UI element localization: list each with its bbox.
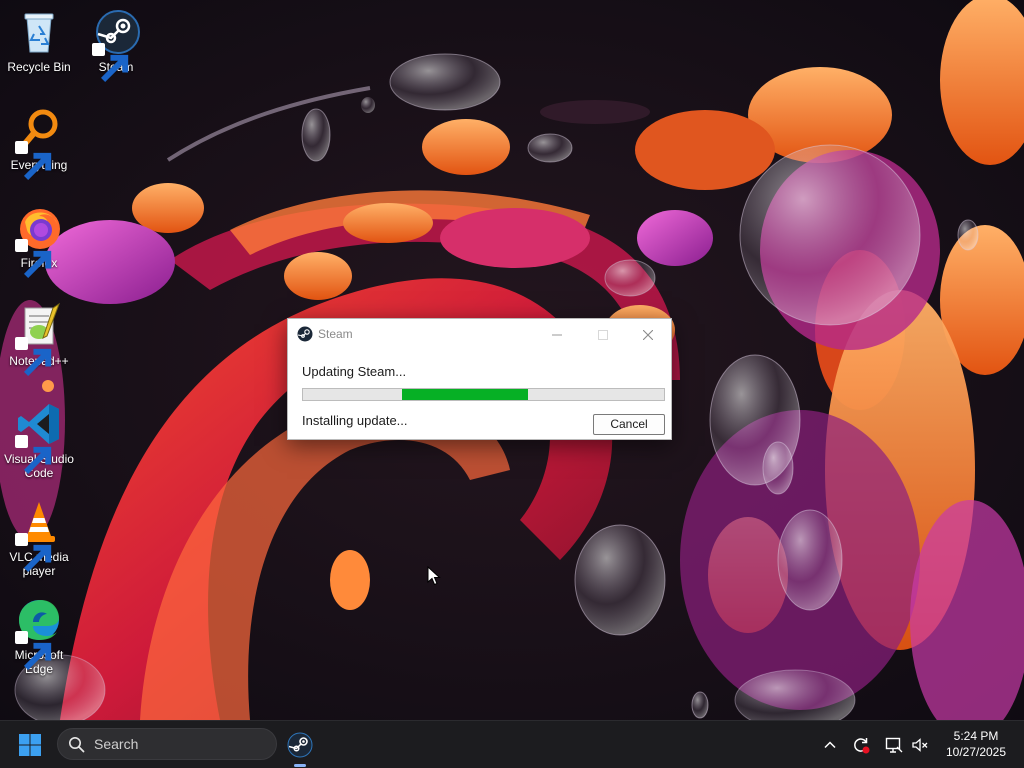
start-button[interactable] — [18, 733, 42, 757]
desktop-icon-label: Recycle Bin — [7, 60, 71, 74]
shortcut-arrow-icon — [15, 533, 52, 573]
clock-time: 5:24 PM — [953, 729, 999, 743]
clock-date: 10/27/2025 — [945, 745, 1007, 759]
update-detail-text: Installing update... — [302, 413, 408, 428]
windows-logo-icon — [19, 734, 41, 756]
close-button[interactable] — [625, 319, 671, 349]
search-placeholder: Search — [94, 736, 139, 752]
taskbar-clock[interactable]: 5:24 PM 10/27/2025 — [936, 728, 1016, 760]
close-icon — [642, 329, 654, 340]
taskbar: Search 5:24 PM 10/27/2025 — [0, 720, 1024, 768]
desktop-icon-everything[interactable]: Everything — [0, 106, 78, 181]
everything-search-icon — [15, 106, 63, 181]
cancel-button[interactable]: Cancel — [593, 414, 665, 435]
progress-fill — [402, 389, 528, 400]
shortcut-arrow-icon — [15, 141, 52, 181]
steam-icon — [92, 8, 140, 83]
desktop-icon-steam[interactable]: Steam — [77, 8, 155, 83]
steam-icon — [297, 326, 313, 342]
chevron-up-icon — [824, 741, 836, 749]
shortcut-arrow-icon — [15, 435, 52, 475]
shortcut-arrow-icon — [15, 239, 52, 279]
shortcut-arrow-icon — [15, 631, 52, 671]
update-status-text: Updating Steam... — [302, 364, 407, 379]
vscode-icon — [15, 400, 63, 475]
desktop-icon-visual-studio-code[interactable]: Visual Studio Code — [0, 400, 78, 480]
maximize-button — [580, 319, 626, 349]
desktop-icon-firefox[interactable]: Firefox — [0, 204, 78, 279]
dialog-titlebar[interactable]: Steam — [288, 319, 671, 349]
volume-muted-icon — [912, 738, 928, 752]
tray-network-button[interactable] — [884, 735, 904, 755]
edge-icon — [15, 596, 63, 671]
steam-update-dialog: Steam Updating Steam... Installing updat… — [287, 318, 672, 440]
recycle-bin-icon — [15, 8, 63, 56]
firefox-icon — [15, 204, 63, 279]
maximize-icon — [598, 329, 608, 340]
taskbar-running-indicator — [294, 764, 306, 767]
desktop-icon-vlc-media-player[interactable]: VLC media player — [0, 498, 78, 578]
show-hidden-icons-button[interactable] — [820, 735, 840, 755]
taskbar-steam-button[interactable] — [286, 731, 314, 759]
minimize-button[interactable] — [534, 319, 580, 349]
sync-alert-icon — [854, 738, 870, 754]
desktop-icon-area: Recycle Bin Steam Everything Firefox Not… — [0, 0, 160, 720]
taskbar-search-box[interactable]: Search — [57, 728, 277, 760]
update-progress-bar — [302, 388, 665, 401]
desktop-icon-microsoft-edge[interactable]: Microsoft Edge — [0, 596, 78, 676]
network-monitor-icon — [885, 737, 903, 753]
minimize-icon — [552, 334, 562, 336]
tray-sync-button[interactable] — [851, 735, 871, 755]
mouse-cursor-icon — [427, 566, 441, 586]
desktop-icon-notepad-plus-plus[interactable]: Notepad++ — [0, 302, 78, 377]
shortcut-arrow-icon — [92, 43, 129, 83]
steam-icon — [287, 732, 313, 758]
search-icon — [69, 737, 85, 753]
vlc-cone-icon — [15, 498, 63, 573]
tray-volume-button[interactable] — [910, 735, 930, 755]
shortcut-arrow-icon — [15, 337, 52, 377]
notepad-plus-plus-icon — [15, 302, 63, 377]
desktop-icon-recycle-bin[interactable]: Recycle Bin — [0, 8, 78, 74]
dialog-title: Steam — [318, 327, 353, 341]
